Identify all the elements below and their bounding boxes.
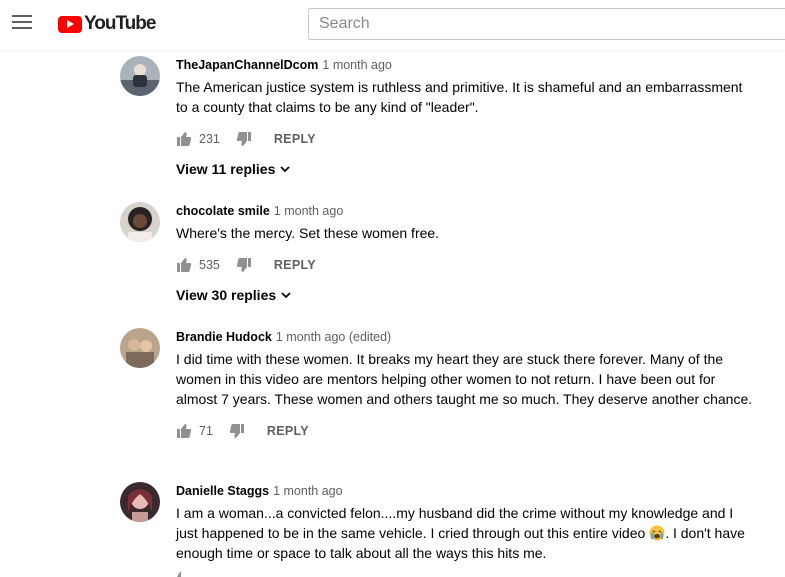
comment-time[interactable]: 1 month ago (edited)	[276, 330, 391, 344]
reply-button[interactable]: REPLY	[267, 424, 309, 438]
comment-author[interactable]: Brandie Hudock	[176, 330, 272, 344]
chevron-down-icon	[280, 166, 291, 173]
like-icon[interactable]	[176, 131, 192, 147]
like-icon[interactable]	[175, 571, 185, 577]
comment-author[interactable]: Danielle Staggs	[176, 484, 269, 498]
avatar[interactable]	[120, 328, 160, 368]
like-count: 71	[199, 424, 213, 438]
play-icon	[58, 15, 82, 33]
like-icon[interactable]	[176, 257, 192, 273]
avatar[interactable]	[120, 202, 160, 242]
masthead: YouTube Search	[0, 0, 785, 50]
view-replies-button[interactable]: View 11 replies	[176, 161, 756, 177]
view-replies-label: View 30 replies	[176, 287, 277, 303]
like-icon[interactable]	[176, 423, 192, 439]
avatar[interactable]	[120, 56, 160, 96]
like-count: 535	[199, 258, 220, 272]
comment-text: The American justice system is ruthless …	[176, 79, 743, 115]
menu-icon[interactable]	[12, 15, 34, 33]
search-input[interactable]: Search	[308, 8, 785, 40]
reply-button[interactable]: REPLY	[274, 132, 316, 146]
dislike-icon[interactable]	[236, 257, 252, 273]
chevron-down-icon	[281, 292, 291, 299]
avatar[interactable]	[120, 482, 160, 522]
reply-button[interactable]: REPLY	[274, 258, 316, 272]
youtube-logo[interactable]: YouTube	[58, 13, 156, 35]
crying-face-emoji-icon	[649, 525, 665, 541]
view-replies-button[interactable]: View 30 replies	[176, 287, 756, 303]
comment-author[interactable]: chocolate smile	[176, 204, 270, 218]
dislike-icon[interactable]	[229, 423, 245, 439]
comment-time[interactable]: 1 month ago	[274, 204, 344, 218]
logo-text: YouTube	[84, 13, 156, 34]
view-replies-label: View 11 replies	[176, 161, 276, 177]
comment-text: I am a woman...a convicted felon....my h…	[176, 503, 756, 563]
like-count: 231	[199, 132, 220, 146]
comment-text: Where's the mercy. Set these women free.	[176, 225, 440, 241]
comment-text: I did time with these women. It breaks m…	[176, 351, 753, 407]
comment-author[interactable]: TheJapanChannelDcom	[176, 58, 318, 72]
dislike-icon[interactable]	[236, 131, 252, 147]
comment-time[interactable]: 1 month ago	[273, 484, 343, 498]
comment-time[interactable]: 1 month ago	[322, 58, 392, 72]
